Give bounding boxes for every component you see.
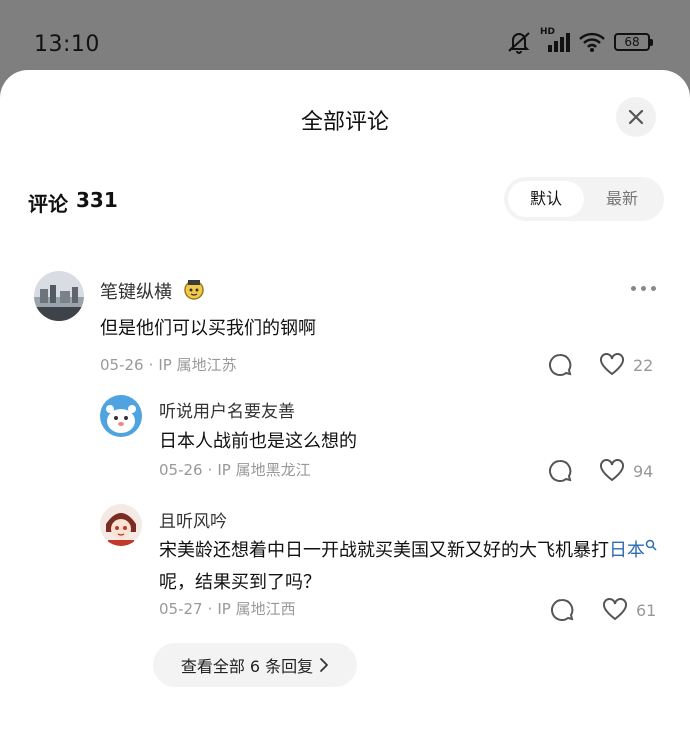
comment-author[interactable]: 笔键纵横 [100, 278, 172, 304]
reply-date: 05-27 [159, 600, 203, 618]
comment-date: 05-26 [100, 356, 144, 374]
signal-icon: HD [540, 27, 570, 53]
heart-icon [600, 353, 624, 376]
reply-meta: 05-26 · IP 属地黑龙江 [159, 459, 311, 480]
comment-bubble-icon [551, 598, 574, 621]
wifi-icon [578, 31, 606, 53]
reply-author[interactable]: 听说用户名要友善 [159, 397, 295, 422]
comment-count-label: 评论 [28, 192, 68, 216]
more-options-button[interactable] [631, 286, 656, 291]
meta-separator: · [207, 461, 213, 479]
comment-count: 评论 331 [28, 188, 118, 217]
search-icon [645, 539, 657, 551]
close-icon [628, 109, 644, 125]
comments-sheet: 全部评论 评论 331 默认 最新 笔键纵横 但是他们可以买我们的钢啊 05-2… [0, 70, 690, 730]
sort-toggle: 默认 最新 [504, 177, 664, 221]
comment-bubble-icon [549, 459, 572, 482]
comment-text: 但是他们可以买我们的钢啊 [100, 318, 316, 339]
reply-location: IP 属地江西 [217, 600, 296, 618]
status-time: 13:10 [34, 32, 100, 57]
network-type-label: HD [540, 27, 556, 37]
comment-count-value: 331 [76, 188, 118, 212]
reply-button[interactable] [547, 458, 573, 484]
meta-separator: · [148, 356, 154, 374]
battery-icon: 68 [614, 33, 653, 51]
like-button[interactable]: 22 [599, 353, 653, 377]
reply-text: 日本人战前也是这么想的 [159, 431, 357, 452]
more-dot [651, 286, 656, 291]
comment-location: IP 属地江苏 [158, 356, 237, 374]
status-bar: 13:10 HD 68 [0, 0, 690, 78]
reply-button[interactable] [549, 597, 575, 623]
meta-separator: · [207, 600, 213, 618]
close-button[interactable] [616, 97, 656, 137]
avatar[interactable] [34, 271, 84, 321]
reply-text: 宋美龄还想着中日一开战就买美国又新又好的大飞机暴打日本呢，结果买到了吗？ [159, 535, 659, 599]
chevron-right-icon [320, 658, 329, 672]
reply-date: 05-26 [159, 461, 203, 479]
search-link-text: 本 [627, 540, 645, 561]
reply-text-part: 呢，结果买到了吗？ [159, 572, 321, 593]
sort-default-tab[interactable]: 默认 [508, 181, 584, 217]
avatar[interactable] [100, 504, 142, 546]
mute-icon [506, 30, 532, 54]
view-all-replies-button[interactable]: 查看全部 6 条回复 [153, 643, 357, 687]
reply-text-part: 宋美龄还想着中日一开战就买美国又新又好的大飞机暴打 [159, 540, 609, 561]
search-link[interactable]: 日本 [609, 539, 657, 561]
reply-author[interactable]: 且听风吟 [159, 507, 227, 532]
heart-icon [603, 598, 627, 621]
like-button[interactable]: 94 [599, 459, 653, 483]
like-count: 94 [633, 461, 654, 481]
medal-badge-icon [182, 277, 206, 305]
sort-latest-tab[interactable]: 最新 [584, 181, 660, 217]
like-count: 22 [633, 355, 654, 375]
view-all-replies-label: 查看全部 6 条回复 [180, 657, 314, 676]
more-dot [631, 286, 636, 291]
reply-location: IP 属地黑龙江 [217, 461, 311, 479]
more-dot [641, 286, 646, 291]
sheet-title: 全部评论 [300, 110, 389, 135]
status-icons: HD 68 [506, 27, 653, 54]
avatar[interactable] [100, 395, 142, 437]
like-button[interactable]: 61 [602, 598, 656, 622]
reply-meta: 05-27 · IP 属地江西 [159, 598, 296, 619]
comment-bubble-icon [549, 353, 572, 376]
comment-meta: 05-26 · IP 属地江苏 [100, 354, 237, 375]
reply-button[interactable] [547, 352, 573, 378]
like-count: 61 [636, 600, 657, 620]
search-link-text: 日 [609, 540, 627, 561]
heart-icon [600, 459, 624, 482]
